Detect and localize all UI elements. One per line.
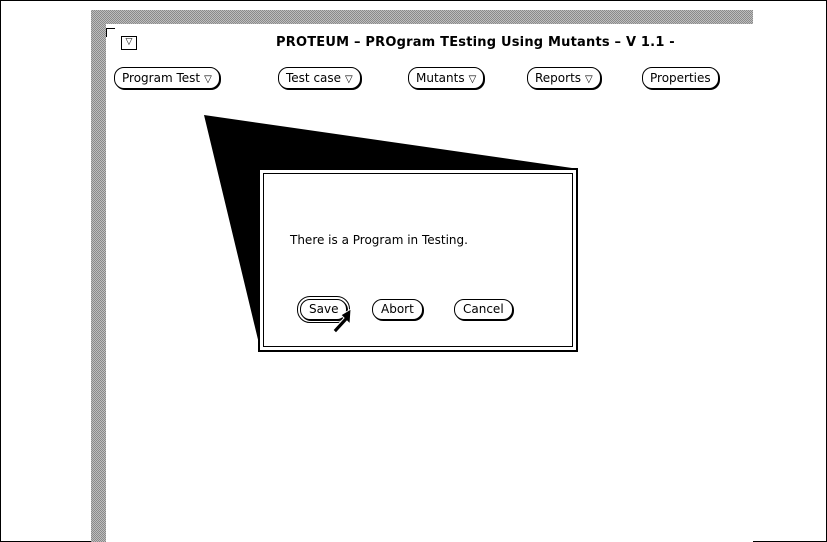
- notice-dialog: There is a Program in Testing. Save Abor…: [258, 168, 578, 352]
- dialog-message: There is a Program in Testing.: [290, 233, 468, 247]
- abort-button[interactable]: Abort: [372, 299, 423, 320]
- mouse-pointer-icon: [332, 308, 352, 334]
- dialog-inner-frame: [263, 173, 573, 347]
- cancel-button[interactable]: Cancel: [454, 299, 513, 320]
